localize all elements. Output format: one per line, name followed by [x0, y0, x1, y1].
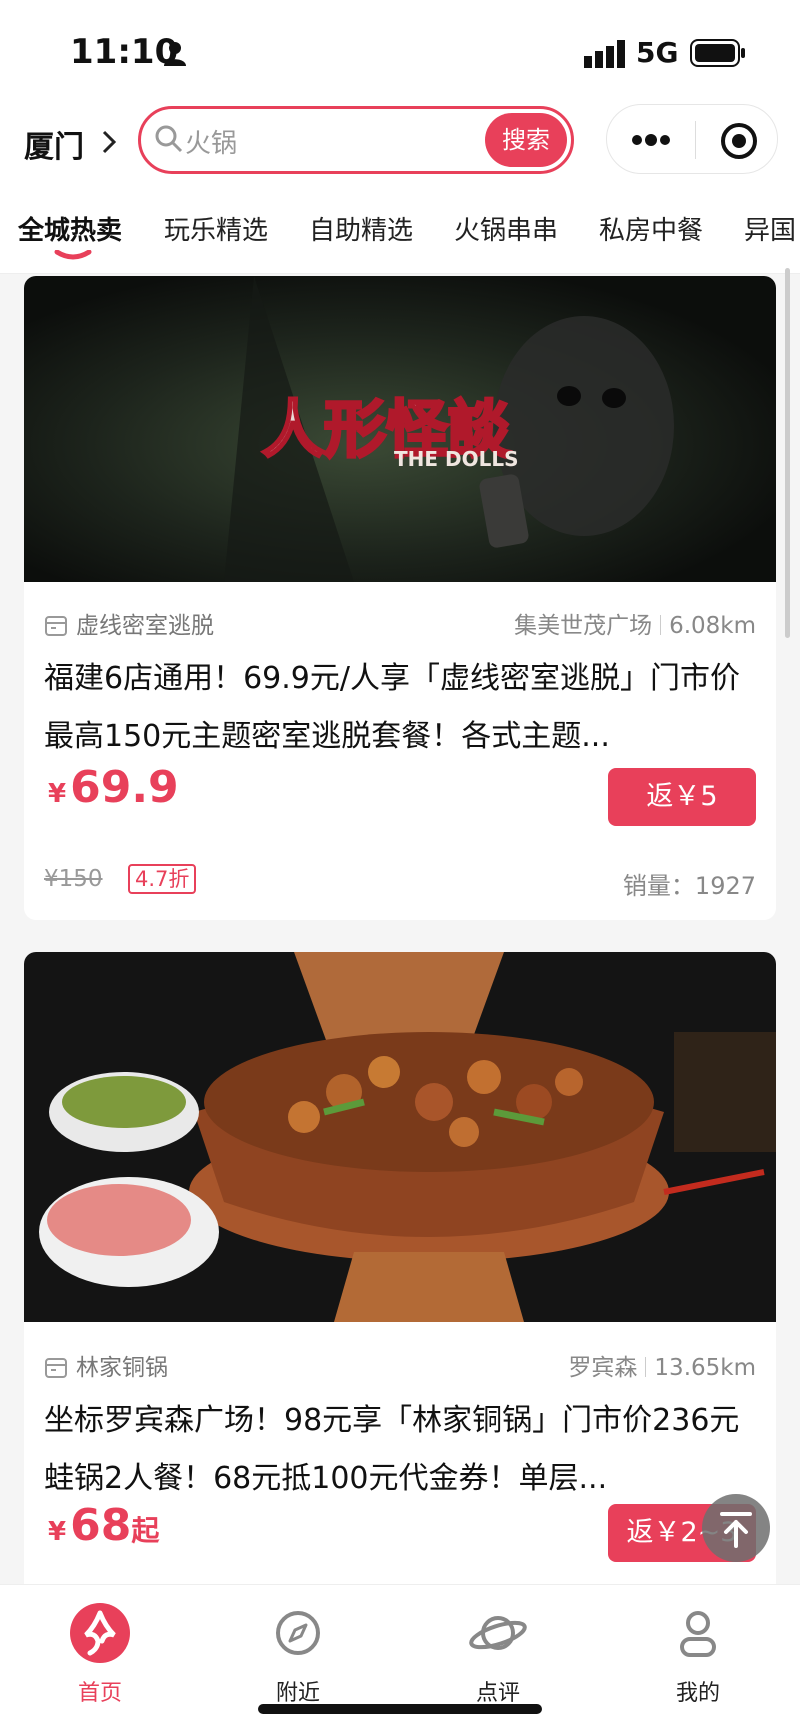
tab-huoguo-chuanchuan[interactable]: 火锅串串	[454, 210, 558, 247]
chevron-right-icon[interactable]	[100, 128, 118, 156]
signal-icon	[584, 40, 625, 68]
battery-icon	[690, 39, 745, 67]
price-value: 69.9	[70, 762, 179, 813]
location-row: 集美世茂广场 6.08km	[514, 606, 756, 640]
search-icon	[155, 125, 183, 153]
deal-card[interactable]: 人形怪談 THE DOLLS 虚线密室逃脱 集美世茂广场 6.08km 福建6店通…	[24, 276, 776, 920]
city-selector[interactable]: 厦门	[24, 122, 84, 166]
close-target-icon[interactable]	[719, 121, 759, 161]
deal-title[interactable]: 坐标罗宾森广场！98元享「林家铜锅」门市价236元蛙锅2人餐！68元抵100元代…	[44, 1392, 764, 1508]
active-tab-indicator	[54, 250, 92, 260]
tab-zizhu-jingxuan[interactable]: 自助精选	[309, 210, 413, 247]
arrow-up-icon	[720, 1512, 752, 1548]
area-name: 罗宾森	[568, 1355, 638, 1381]
search-button[interactable]: 搜索	[485, 113, 567, 167]
deal-title[interactable]: 福建6店通用！69.9元/人享「虚线密室逃脱」门市价最高150元主题密室逃脱套餐…	[44, 650, 764, 766]
category-tabs: 全城热卖 玩乐精选 自助精选 火锅串串 私房中餐 异国	[0, 190, 800, 274]
nav-nearby[interactable]: 附近	[198, 1585, 398, 1706]
price-suffix: 起	[131, 1514, 160, 1547]
price-value: 68	[70, 1500, 132, 1551]
deal-card[interactable]: 林家铜锅 罗宾森 13.65km 坐标罗宾森广场！98元享「林家铜锅」门市价236…	[24, 952, 776, 1584]
shop-name: 林家铜锅	[76, 1355, 168, 1381]
tab-sifang-zhongcan[interactable]: 私房中餐	[599, 210, 703, 247]
currency-symbol: ¥	[48, 1517, 67, 1547]
image-subtitle-text: THE DOLLS	[394, 447, 519, 471]
capsule-divider	[695, 121, 696, 159]
shop-name: 虚线密室逃脱	[76, 613, 214, 639]
distance: 13.65km	[654, 1355, 756, 1381]
user-icon	[680, 1611, 716, 1657]
rebate-button[interactable]: 返￥5	[608, 768, 756, 826]
search-input[interactable]: 火锅 搜索	[138, 106, 574, 174]
compass-icon	[276, 1611, 320, 1655]
nav-review[interactable]: 点评	[398, 1585, 598, 1706]
tab-yiguo[interactable]: 异国	[744, 210, 796, 247]
tab-quancheng-remai[interactable]: 全城热卖	[18, 210, 122, 247]
nav-review-label: 点评	[475, 1681, 520, 1706]
status-bar: 11:10 5G	[0, 0, 800, 104]
back-to-top-button[interactable]	[702, 1494, 770, 1562]
nav-profile[interactable]: 我的	[598, 1585, 798, 1706]
person-icon	[164, 42, 186, 66]
nav-profile-label: 我的	[675, 1681, 720, 1706]
location-separator	[645, 1357, 647, 1377]
area-name: 集美世茂广场	[514, 613, 653, 639]
scrollbar[interactable]	[785, 268, 790, 638]
top-navbar: 厦门 火锅 搜索	[0, 104, 800, 190]
shop-name-row: 林家铜锅	[44, 1348, 168, 1382]
search-placeholder: 火锅	[185, 129, 238, 159]
planet-icon	[469, 1616, 527, 1650]
store-icon	[45, 616, 67, 636]
deal-image-copper-pot	[24, 952, 776, 1322]
distance: 6.08km	[669, 613, 756, 639]
deal-price: ¥69.9	[48, 762, 179, 813]
network-type: 5G	[636, 36, 679, 69]
home-logo-icon	[70, 1603, 130, 1663]
tab-wanle-jingxuan[interactable]: 玩乐精选	[164, 210, 268, 247]
location-row: 罗宾森 13.65km	[568, 1348, 756, 1382]
deal-image-escape-room: 人形怪談 THE DOLLS	[24, 276, 776, 582]
original-price: ¥150	[44, 866, 103, 892]
shop-name-row: 虚线密室逃脱	[44, 606, 214, 640]
nav-home[interactable]: 首页	[0, 1585, 200, 1706]
miniapp-capsule	[606, 104, 778, 174]
currency-symbol: ¥	[48, 779, 67, 809]
deal-feed[interactable]: 人形怪談 THE DOLLS 虚线密室逃脱 集美世茂广场 6.08km 福建6店通…	[0, 274, 800, 1584]
home-indicator	[258, 1704, 542, 1714]
sales-count: 销量：1927	[622, 872, 756, 900]
store-icon	[45, 1358, 67, 1378]
location-separator	[660, 615, 662, 635]
nav-nearby-label: 附近	[275, 1681, 320, 1706]
nav-home-label: 首页	[77, 1681, 122, 1706]
discount-badge: 4.7折	[128, 864, 197, 894]
deal-price: ¥68起	[48, 1500, 159, 1551]
more-icon[interactable]	[629, 125, 673, 155]
